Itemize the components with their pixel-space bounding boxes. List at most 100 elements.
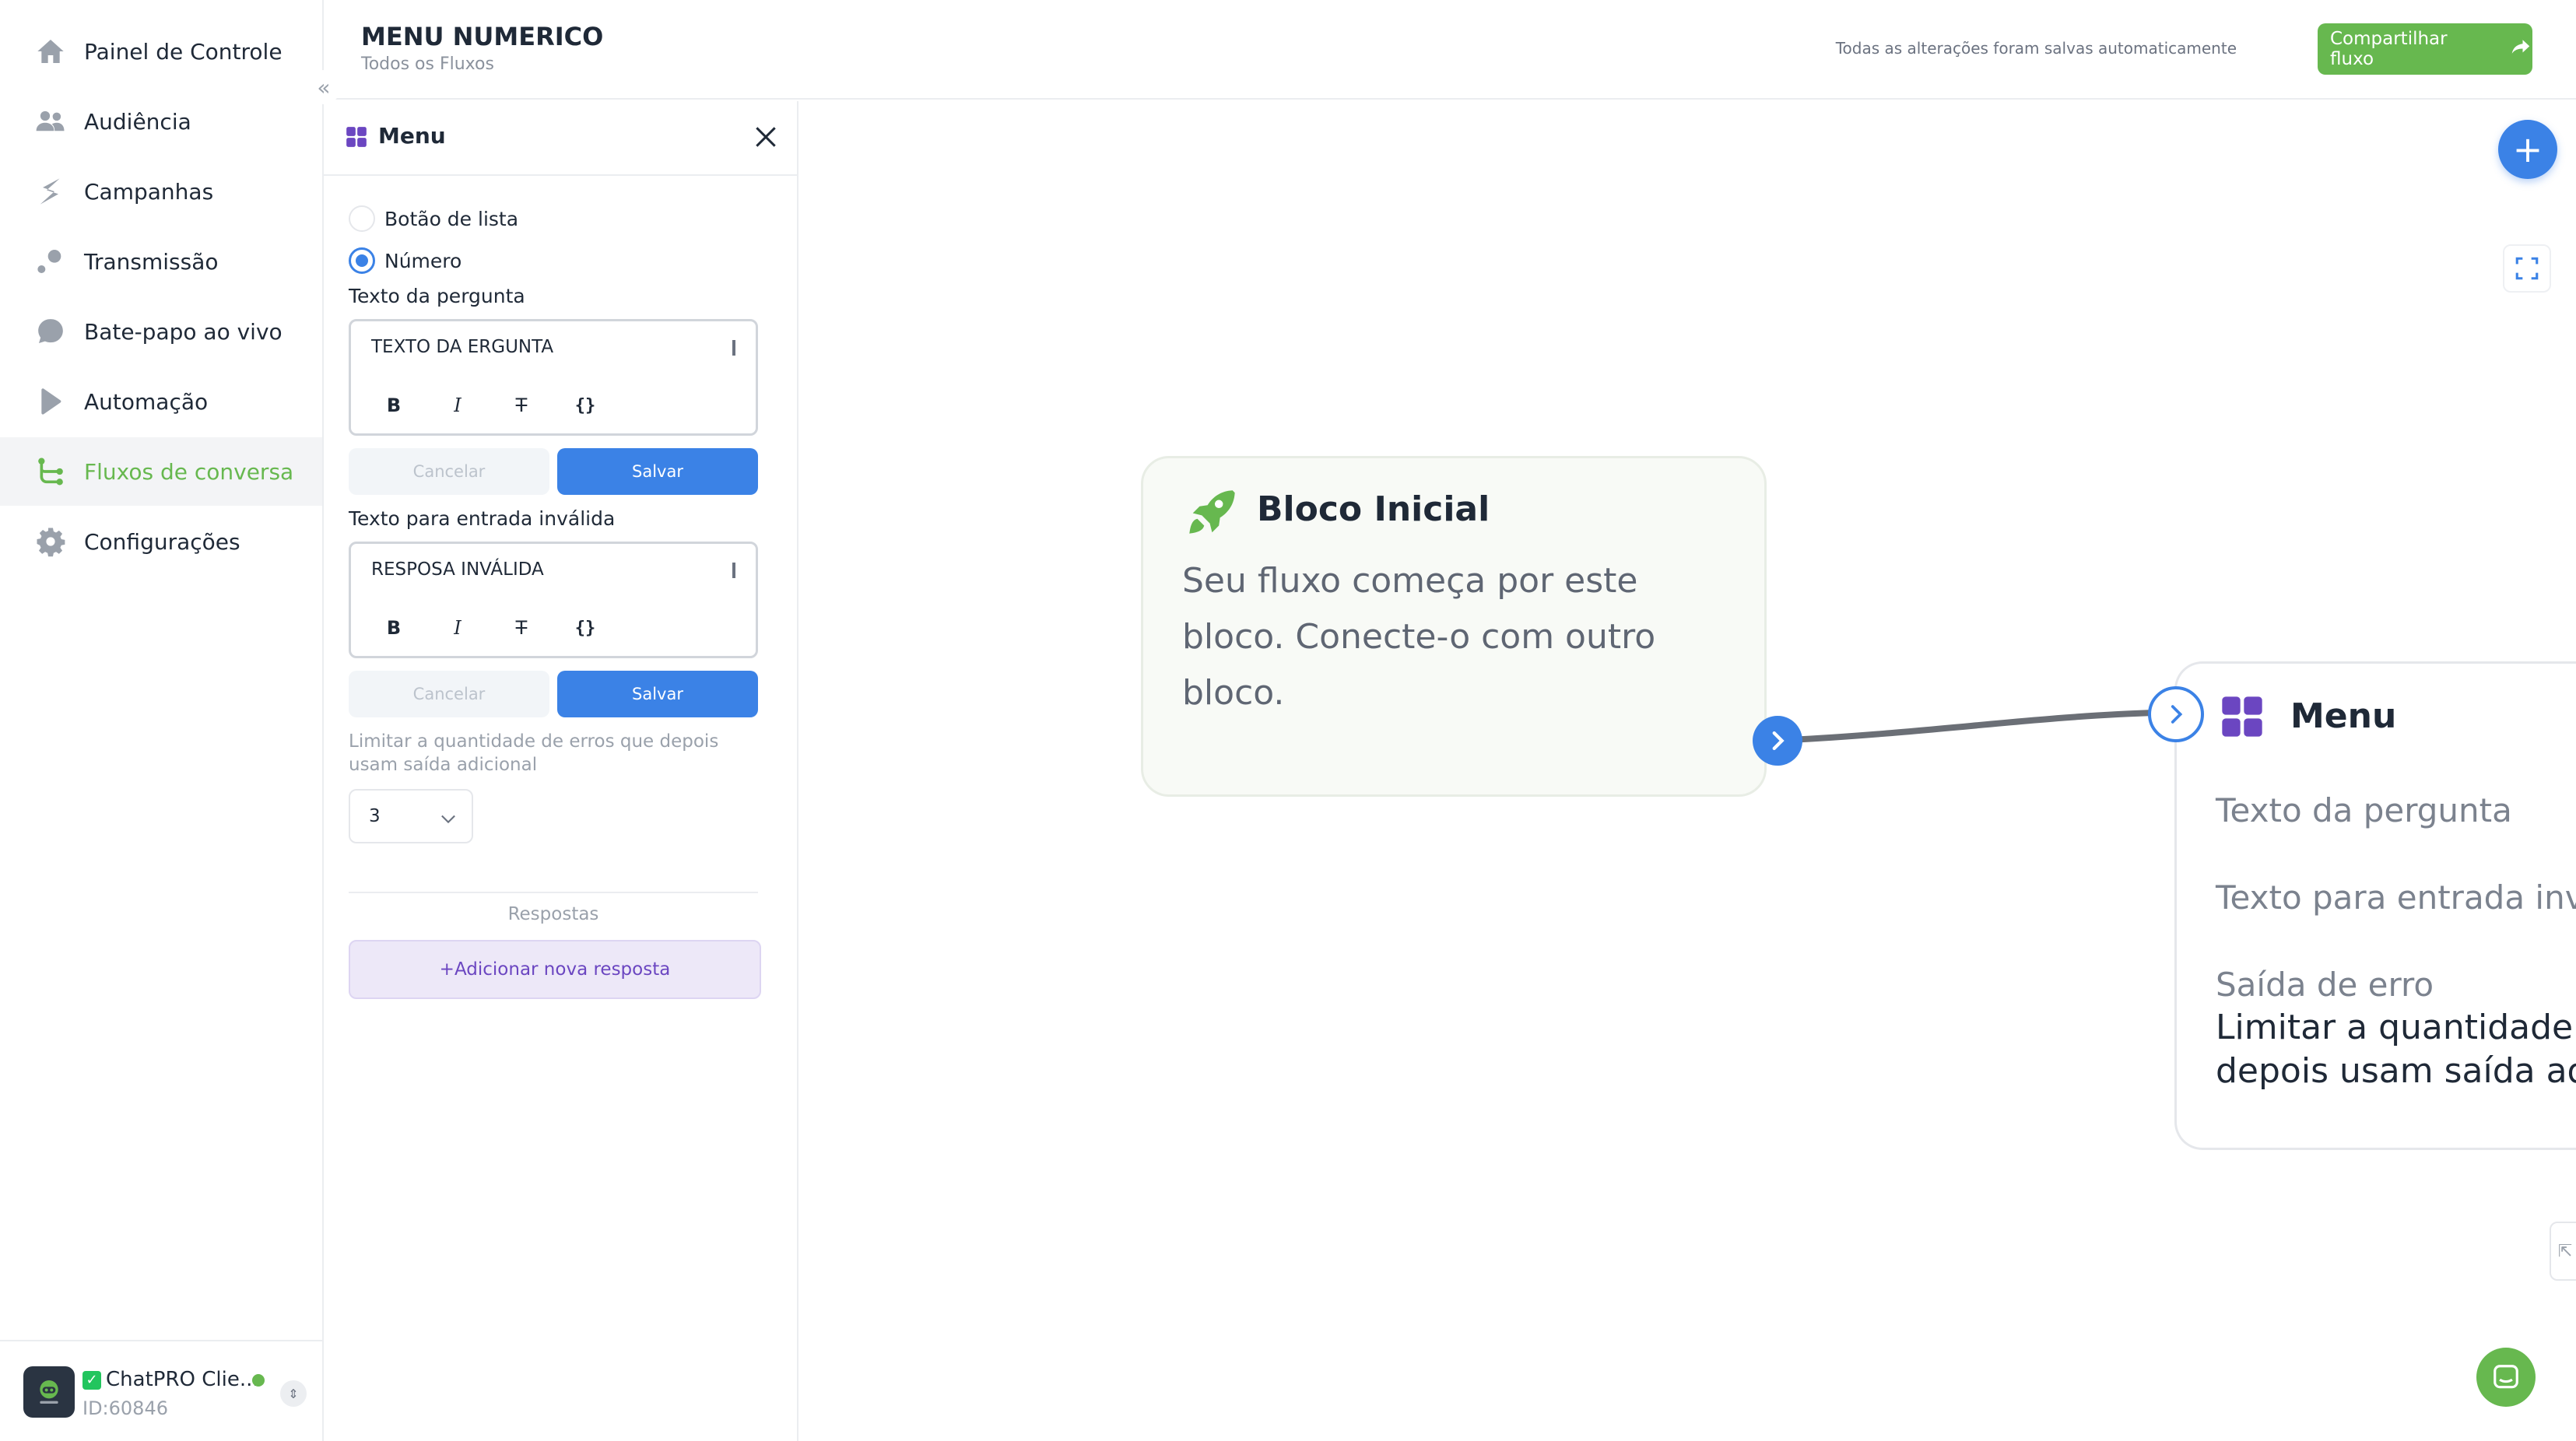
menu-grid-icon xyxy=(346,126,367,151)
sidebar-item-audiencia[interactable]: Audiência xyxy=(0,87,322,156)
cancel-button[interactable]: Cancelar xyxy=(349,448,549,495)
flow-canvas[interactable]: + Bloco Inicial Seu fluxo começa por est… xyxy=(798,101,2576,1441)
strikethrough-button[interactable]: T xyxy=(505,394,538,416)
start-block-title: Bloco Inicial xyxy=(1257,489,1490,529)
output-port-icon[interactable] xyxy=(1753,716,1802,766)
autosave-status: Todas as alterações foram salvas automat… xyxy=(1835,39,2237,58)
sidebar-item-bate-papo[interactable]: Bate-papo ao vivo xyxy=(0,297,322,366)
divider xyxy=(349,892,758,893)
menu-block-invalid-label: Texto para entrada inváli xyxy=(2216,878,2576,917)
radio-control[interactable] xyxy=(349,247,375,274)
variable-button[interactable]: {} xyxy=(569,396,602,415)
chevron-down-icon xyxy=(437,808,459,829)
account-switcher[interactable]: ✓ ChatPRO Clie... ID:60846 ⇕ xyxy=(0,1340,322,1441)
share-flow-button[interactable]: Compartilhar fluxo xyxy=(2318,23,2532,75)
radio-label: Botão de lista xyxy=(384,207,519,230)
bold-button[interactable]: B xyxy=(377,617,410,639)
sidebar-item-label: Bate-papo ao vivo xyxy=(84,318,283,345)
format-toolbar: B I T {} xyxy=(377,617,602,639)
resize-handle xyxy=(732,340,735,356)
rocket-icon xyxy=(1184,485,1238,542)
fit-view-icon[interactable] xyxy=(2503,244,2551,293)
users-icon xyxy=(34,105,67,138)
automation-icon xyxy=(34,385,67,418)
menu-block-error-limit-line: depois usam saída adic xyxy=(2216,1051,2576,1091)
account-name: ✓ ChatPRO Clie... xyxy=(82,1368,259,1391)
share-flow-label: Compartilhar fluxo xyxy=(2330,29,2448,69)
invalid-text-label: Texto para entrada inválida xyxy=(349,507,616,530)
sidebar-item-label: Automação xyxy=(84,388,209,415)
responses-label: Respostas xyxy=(507,904,599,924)
radio-list-button[interactable]: Botão de lista xyxy=(349,205,518,232)
flow-icon xyxy=(34,455,67,488)
format-toolbar: B I T {} xyxy=(377,394,602,416)
save-button[interactable]: Salvar xyxy=(557,671,758,717)
italic-button[interactable]: I xyxy=(441,617,474,639)
panel-title: Menu xyxy=(378,123,446,149)
variable-button[interactable]: {} xyxy=(569,619,602,638)
menu-block-error-limit-line: Limitar a quantidade de xyxy=(2216,1008,2576,1047)
error-limit-hint: Limitar a quantidade de erros que depois… xyxy=(349,731,719,775)
menu-block-question-label: Texto da pergunta xyxy=(2216,791,2512,829)
header: MENU NUMERICO Todos os Fluxos Todas as a… xyxy=(324,0,2576,100)
strikethrough-button[interactable]: T xyxy=(505,617,538,639)
support-chat-button[interactable] xyxy=(2476,1348,2536,1407)
invalid-text-editor[interactable]: RESPOSA INVÁLIDA B I T {} xyxy=(349,542,758,658)
error-limit-value: 3 xyxy=(369,806,381,826)
sidebar-item-label: Audiência xyxy=(84,108,191,135)
sidebar-item-label: Configurações xyxy=(84,528,240,555)
start-block-description: Seu fluxo começa por este bloco. Conecte… xyxy=(1182,561,1656,713)
question-text-editor[interactable]: TEXTO DA ERGUNTA B I T {} xyxy=(349,319,758,436)
add-block-button[interactable]: + xyxy=(2498,120,2557,179)
avatar xyxy=(23,1366,75,1418)
question-text-value[interactable]: TEXTO DA ERGUNTA xyxy=(371,337,553,357)
error-limit-select[interactable]: 3 xyxy=(349,789,473,843)
chat-icon xyxy=(2494,1365,2518,1389)
invalid-text-value[interactable]: RESPOSA INVÁLIDA xyxy=(371,559,544,580)
sidebar: Painel de Controle Audiência Campanhas T… xyxy=(0,0,324,1441)
sidebar-item-fluxos[interactable]: Fluxos de conversa xyxy=(0,437,322,506)
save-button[interactable]: Salvar xyxy=(557,448,758,495)
switch-account-icon[interactable]: ⇕ xyxy=(280,1380,307,1407)
chat-bubble-icon xyxy=(34,315,67,348)
input-port-icon[interactable] xyxy=(2148,686,2204,742)
add-response-button[interactable]: +Adicionar nova resposta xyxy=(349,940,761,999)
sidebar-item-label: Campanhas xyxy=(84,178,214,205)
close-icon[interactable] xyxy=(750,121,781,153)
block-edit-panel: Menu Botão de lista Número Texto da perg… xyxy=(324,101,798,1441)
radio-label: Número xyxy=(384,249,462,272)
sidebar-item-label: Fluxos de conversa xyxy=(84,458,294,485)
menu-block[interactable]: Menu Texto da pergunta Texto para entrad… xyxy=(2174,661,2576,1150)
menu-block-title: Menu xyxy=(2290,696,2397,736)
sidebar-item-campanhas[interactable]: Campanhas xyxy=(0,157,322,226)
page-title: MENU NUMERICO xyxy=(361,22,604,51)
start-block[interactable]: Bloco Inicial Seu fluxo começa por este … xyxy=(1141,456,1767,797)
bold-button[interactable]: B xyxy=(377,394,410,416)
account-id: ID:60846 xyxy=(82,1397,168,1419)
verified-check-icon: ✓ xyxy=(82,1371,101,1390)
collapse-sidebar-icon[interactable]: « xyxy=(307,70,341,104)
radio-control[interactable] xyxy=(349,205,375,232)
radio-number[interactable]: Número xyxy=(349,247,462,274)
sidebar-item-label: Painel de Controle xyxy=(84,38,283,65)
share-arrow-icon xyxy=(2509,35,2532,63)
sidebar-item-painel[interactable]: Painel de Controle xyxy=(0,17,322,86)
question-text-label: Texto da pergunta xyxy=(349,285,525,307)
sidebar-item-automacao[interactable]: Automação xyxy=(0,367,322,436)
panel-header: Menu xyxy=(324,101,797,176)
resize-handle xyxy=(732,563,735,578)
sidebar-item-configuracoes[interactable]: Configurações xyxy=(0,507,322,576)
sidebar-item-transmissao[interactable]: Transmissão xyxy=(0,227,322,296)
campaign-icon xyxy=(34,175,67,208)
menu-grid-icon xyxy=(2220,695,2264,742)
cancel-button[interactable]: Cancelar xyxy=(349,671,549,717)
broadcast-icon xyxy=(34,245,67,278)
breadcrumb[interactable]: Todos os Fluxos xyxy=(361,54,494,74)
home-icon xyxy=(34,35,67,68)
menu-block-error-exit-label: Saída de erro xyxy=(2216,966,2434,1004)
sidebar-item-label: Transmissão xyxy=(84,248,219,275)
gear-icon xyxy=(34,525,67,558)
collapse-panel-icon[interactable]: ⇱ xyxy=(2550,1222,2576,1281)
italic-button[interactable]: I xyxy=(441,394,474,416)
online-status-dot xyxy=(252,1374,265,1387)
